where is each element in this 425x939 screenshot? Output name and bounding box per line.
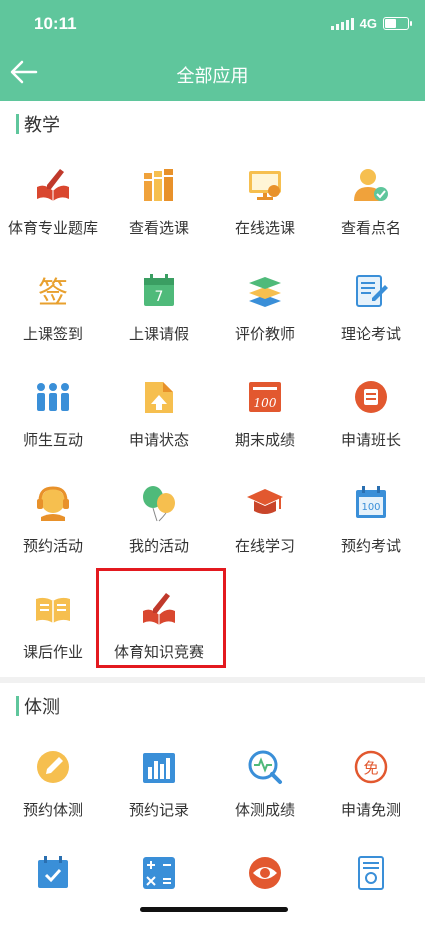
app-label: 预约体测 <box>22 801 83 819</box>
sign-icon: 签 <box>38 276 68 311</box>
signal-icon <box>330 17 354 30</box>
app-label: 在线学习 <box>234 537 295 555</box>
document-edit-icon <box>356 275 388 307</box>
open-book-icon <box>36 597 70 623</box>
app-tile[interactable] <box>106 833 212 939</box>
score-paper-icon: 100 <box>249 382 281 412</box>
svg-text:100: 100 <box>254 396 277 410</box>
app-label: 上课签到 <box>22 325 83 343</box>
app-tile[interactable]: 预约体测 <box>0 727 106 833</box>
app-tile[interactable]: 申请状态 <box>106 357 212 463</box>
circle-list-icon <box>355 381 387 413</box>
certificate-icon <box>358 856 384 890</box>
balloons-icon <box>143 486 175 522</box>
calculator-icon <box>143 857 175 889</box>
section-header-fitness-test: 体测 <box>0 683 425 727</box>
home-indicator[interactable] <box>140 907 288 912</box>
page-title: 全部应用 <box>176 66 249 87</box>
app-tile[interactable]: 查看点名 <box>318 145 424 251</box>
user-check-icon <box>354 169 388 201</box>
app-label: 我的活动 <box>128 537 189 555</box>
section-accent-bar <box>16 114 19 134</box>
eye-icon <box>249 857 281 889</box>
app-tile[interactable]: 理论考试 <box>318 251 424 357</box>
svg-text:签: 签 <box>38 276 68 311</box>
circle-pen-icon <box>37 751 69 783</box>
section-header-teaching: 教学 <box>0 101 425 145</box>
screen-icon <box>249 171 281 200</box>
app-tile[interactable]: 评价教师 <box>212 251 318 357</box>
layers-icon <box>249 277 281 307</box>
bar-chart-icon <box>143 753 175 783</box>
headset-icon <box>37 486 69 521</box>
app-label: 申请状态 <box>128 431 189 449</box>
app-label: 理论考试 <box>340 325 401 343</box>
app-label: 期末成绩 <box>234 431 295 449</box>
folder-upload-icon <box>145 382 173 413</box>
app-label: 在线选课 <box>234 219 295 237</box>
app-tile[interactable]: 签 上课签到 <box>0 251 106 357</box>
calendar-100-icon: 100 <box>356 486 386 518</box>
book-pen-icon <box>37 169 69 201</box>
svg-text:免: 免 <box>363 759 378 777</box>
app-tile[interactable]: 查看选课 <box>106 145 212 251</box>
section-accent-bar <box>16 696 19 716</box>
app-tile[interactable]: 在线选课 <box>212 145 318 251</box>
app-label: 体育专业题库 <box>7 219 98 237</box>
app-label: 申请免测 <box>340 801 401 819</box>
section-title: 教学 <box>24 115 60 136</box>
header-bar: 10:11 4G 全部应用 <box>0 0 425 101</box>
app-label: 评价教师 <box>234 325 295 343</box>
app-tile[interactable]: 预约记录 <box>106 727 212 833</box>
app-label: 预约考试 <box>340 537 401 555</box>
app-label: 申请班长 <box>340 431 401 449</box>
heartbeat-search-icon <box>248 750 282 784</box>
app-tile[interactable]: 免 申请免测 <box>318 727 424 833</box>
app-label: 查看选课 <box>128 219 189 237</box>
app-tile[interactable]: 体育知识竞赛 <box>106 569 212 675</box>
status-indicators: 4G <box>330 16 412 31</box>
app-label: 查看点名 <box>340 219 401 237</box>
section-title: 体测 <box>24 697 60 718</box>
exempt-icon: 免 <box>354 750 388 784</box>
app-tile[interactable]: 7 上课请假 <box>106 251 212 357</box>
app-tile[interactable]: 我的活动 <box>106 463 212 569</box>
books-icon <box>144 169 173 201</box>
app-tile[interactable]: 师生互动 <box>0 357 106 463</box>
app-tile[interactable]: 预约活动 <box>0 463 106 569</box>
app-tile[interactable]: 在线学习 <box>212 463 318 569</box>
app-label: 体育知识竞赛 <box>113 643 204 661</box>
status-time: 10:11 <box>34 14 77 33</box>
book-pen-icon <box>143 593 175 625</box>
app-tile[interactable]: 100 期末成绩 <box>212 357 318 463</box>
app-label: 体测成绩 <box>234 801 295 819</box>
calendar-check-icon <box>38 856 68 888</box>
app-tile[interactable] <box>0 833 106 939</box>
battery-icon <box>383 17 412 30</box>
network-label: 4G <box>359 16 377 31</box>
app-label: 课后作业 <box>22 643 83 661</box>
calendar-icon: 7 <box>144 274 174 306</box>
svg-text:100: 100 <box>361 502 380 513</box>
app-label: 预约记录 <box>128 801 189 819</box>
app-tile[interactable]: 课后作业 <box>0 569 106 675</box>
graduation-cap-icon <box>247 489 283 514</box>
app-tile[interactable]: 体测成绩 <box>212 727 318 833</box>
app-label: 上课请假 <box>128 325 189 343</box>
app-tile[interactable]: 体育专业题库 <box>0 145 106 251</box>
app-label: 预约活动 <box>22 537 83 555</box>
app-label: 师生互动 <box>22 431 83 449</box>
app-tile[interactable] <box>318 833 424 939</box>
app-tile[interactable] <box>212 833 318 939</box>
people-icon <box>37 383 69 411</box>
svg-text:7: 7 <box>155 289 164 305</box>
app-tile[interactable]: 100 预约考试 <box>318 463 424 569</box>
app-tile[interactable]: 申请班长 <box>318 357 424 463</box>
